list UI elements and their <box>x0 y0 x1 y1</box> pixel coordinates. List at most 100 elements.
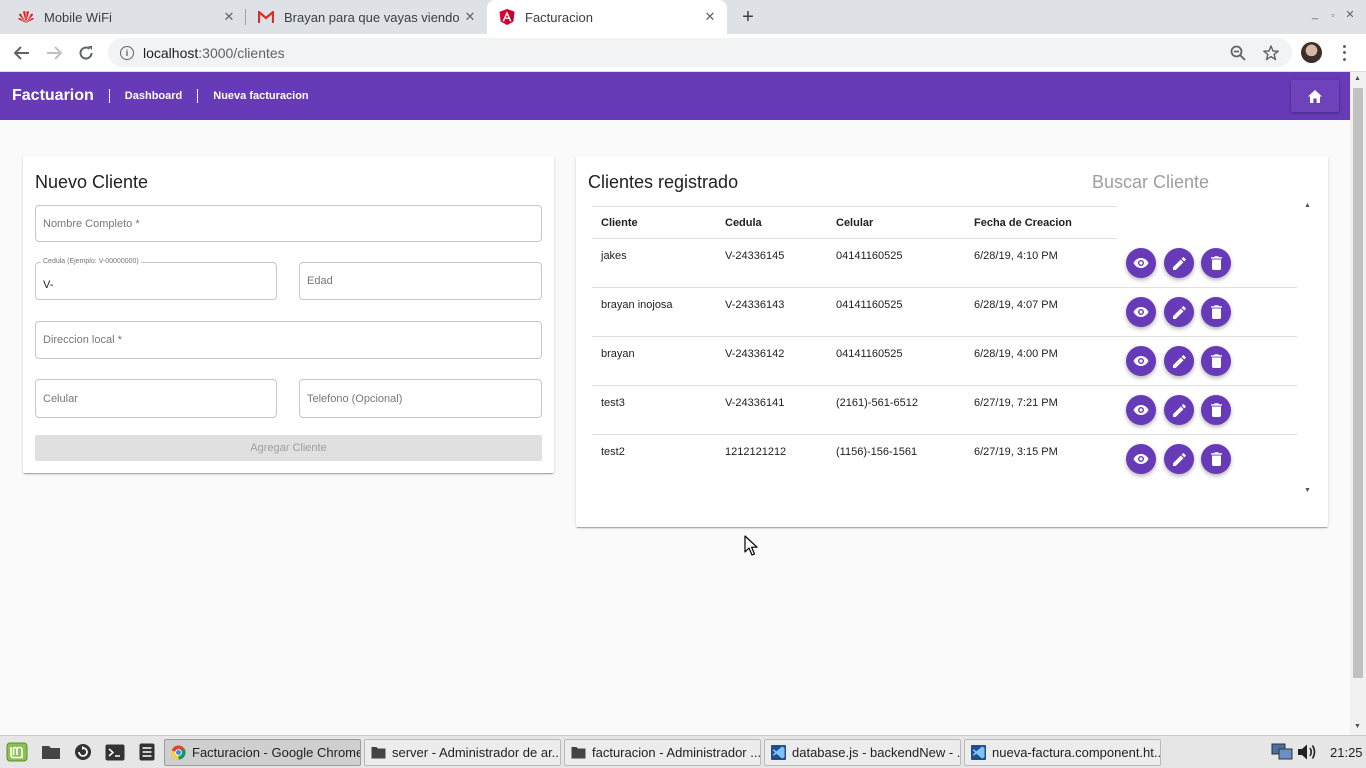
nombre-placeholder: Nombre Completo * <box>43 218 140 230</box>
celular-placeholder: Celular <box>43 393 78 405</box>
edad-field[interactable]: Edad <box>299 262 542 300</box>
app-brand[interactable]: Factuarion <box>12 87 94 105</box>
pencil-icon <box>1172 452 1186 466</box>
search-client-input[interactable]: Buscar Cliente <box>1092 172 1209 193</box>
tab-title: Brayan para que vayas viendo <box>284 9 460 25</box>
view-client-button[interactable] <box>1126 297 1156 327</box>
reload-icon[interactable] <box>74 41 98 65</box>
telefono-field[interactable]: Telefono (Opcional) <box>299 379 542 418</box>
cell-celular: (2161)-561-6512 <box>836 397 918 409</box>
eye-icon <box>1133 258 1149 268</box>
close-tab-icon[interactable]: ✕ <box>461 8 479 26</box>
nav-link-nueva-facturacion[interactable]: Nueva facturacion <box>213 90 308 102</box>
cedula-value: V- <box>43 279 54 291</box>
table-header: Cliente Cedula Celular Fecha de Creacion <box>592 206 1117 239</box>
column-header-fecha[interactable]: Fecha de Creacion <box>974 217 1072 229</box>
column-header-celular[interactable]: Celular <box>836 217 873 229</box>
trash-icon <box>1210 256 1222 270</box>
profile-avatar[interactable] <box>1301 42 1322 63</box>
table-row: test2 1212121212 (1156)-156-1561 6/27/19… <box>592 435 1297 484</box>
column-header-cedula[interactable]: Cedula <box>725 217 762 229</box>
close-tab-icon[interactable]: ✕ <box>220 8 238 26</box>
forward-icon[interactable] <box>42 41 66 65</box>
terminal-icon[interactable] <box>104 741 126 763</box>
new-tab-button[interactable]: + <box>736 5 760 29</box>
trash-icon <box>1210 452 1222 466</box>
bookmark-star-icon[interactable] <box>1263 38 1279 67</box>
delete-client-button[interactable] <box>1201 346 1231 376</box>
cell-cedula: 1212121212 <box>725 446 787 458</box>
nombre-field[interactable]: Nombre Completo * <box>35 205 542 242</box>
view-client-button[interactable] <box>1126 444 1156 474</box>
scroll-down-icon[interactable]: ▼ <box>1304 487 1311 494</box>
info-icon[interactable]: i <box>120 45 134 60</box>
maximize-icon[interactable]: ▫ <box>1326 10 1340 20</box>
taskbar-item-nueva-factura[interactable]: nueva-factura.component.ht... <box>964 739 1161 766</box>
delete-client-button[interactable] <box>1201 395 1231 425</box>
pencil-icon <box>1172 354 1186 368</box>
table-row: jakes V-24336145 04141160525 6/28/19, 4:… <box>592 239 1297 288</box>
cell-cedula: V-24336143 <box>725 299 785 311</box>
table-scrollbar[interactable]: ▲ ▼ <box>1302 200 1314 498</box>
edit-client-button[interactable] <box>1164 297 1194 327</box>
page-scrollbar[interactable]: ▲ ▼ <box>1350 72 1366 735</box>
telefono-placeholder: Telefono (Opcional) <box>307 393 403 405</box>
cedula-field[interactable]: Cedula (Ejemplo: V-00000000) V- <box>35 258 277 300</box>
vscode-icon <box>971 745 986 760</box>
eye-icon <box>1133 307 1149 317</box>
taskbar-item-facturacion-folder[interactable]: facturacion - Administrador ... <box>564 739 761 766</box>
celular-field[interactable]: Celular <box>35 379 277 418</box>
scroll-up-icon[interactable]: ▲ <box>1354 75 1361 82</box>
taskbar-item-label: nueva-factura.component.ht... <box>992 745 1160 760</box>
column-header-cliente[interactable]: Cliente <box>601 217 638 229</box>
taskbar-item-label: Facturacion - Google Chrome <box>192 745 360 760</box>
huawei-icon <box>18 9 34 25</box>
close-window-icon[interactable]: ✕ <box>1343 8 1357 21</box>
cell-fecha: 6/28/19, 4:07 PM <box>974 299 1058 311</box>
taskbar-item-database-js[interactable]: database.js - backendNew - ... <box>764 739 961 766</box>
taskbar-item-server[interactable]: server - Administrador de ar... <box>364 739 561 766</box>
scrollbar-thumb[interactable] <box>1353 88 1363 678</box>
scroll-down-icon[interactable]: ▼ <box>1354 723 1361 730</box>
app-toolbar: Factuarion Dashboard Nueva facturacion <box>0 72 1350 120</box>
cell-cedula: V-24336141 <box>725 397 785 409</box>
view-client-button[interactable] <box>1126 395 1156 425</box>
scroll-up-icon[interactable]: ▲ <box>1304 202 1311 209</box>
edad-placeholder: Edad <box>307 275 333 287</box>
edit-client-button[interactable] <box>1164 395 1194 425</box>
browser-tab-gmail[interactable]: Brayan para que vayas viendo ✕ <box>246 0 487 34</box>
taskbar-item-chrome[interactable]: Facturacion - Google Chrome <box>164 739 361 766</box>
files-icon[interactable] <box>40 741 62 763</box>
edit-client-button[interactable] <box>1164 248 1194 278</box>
vscode-icon <box>771 745 786 760</box>
text-editor-icon[interactable] <box>136 741 158 763</box>
network-icon[interactable] <box>1271 741 1293 763</box>
nav-link-dashboard[interactable]: Dashboard <box>125 90 182 102</box>
browser-menu-icon[interactable] <box>1338 43 1350 63</box>
cell-celular: (1156)-156-1561 <box>836 446 918 458</box>
view-client-button[interactable] <box>1126 248 1156 278</box>
volume-icon[interactable] <box>1296 741 1318 763</box>
delete-client-button[interactable] <box>1201 444 1231 474</box>
pencil-icon <box>1172 403 1186 417</box>
mint-menu-icon[interactable] <box>6 741 28 763</box>
direccion-field[interactable]: Direccion local * <box>35 321 542 359</box>
view-client-button[interactable] <box>1126 346 1156 376</box>
close-tab-icon[interactable]: ✕ <box>701 8 719 26</box>
back-icon[interactable] <box>10 41 34 65</box>
minimize-icon[interactable]: _ <box>1308 8 1322 20</box>
clients-card: Clientes registrado Buscar Cliente Clien… <box>576 156 1328 527</box>
app-viewport: Factuarion Dashboard Nueva facturacion N… <box>0 72 1350 735</box>
delete-client-button[interactable] <box>1201 248 1231 278</box>
address-bar[interactable]: i localhost:3000/clientes <box>108 38 1292 67</box>
browser-tab-facturacion[interactable]: Facturacion ✕ <box>487 0 727 34</box>
home-button[interactable] <box>1291 80 1339 112</box>
update-icon[interactable] <box>72 741 94 763</box>
edit-client-button[interactable] <box>1164 346 1194 376</box>
delete-client-button[interactable] <box>1201 297 1231 327</box>
browser-tab-mobile-wifi[interactable]: Mobile WiFi ✕ <box>0 0 246 34</box>
zoom-icon[interactable] <box>1230 38 1246 67</box>
add-client-button[interactable]: Agregar Cliente <box>35 435 542 461</box>
taskbar-item-label: facturacion - Administrador ... <box>592 745 760 760</box>
edit-client-button[interactable] <box>1164 444 1194 474</box>
